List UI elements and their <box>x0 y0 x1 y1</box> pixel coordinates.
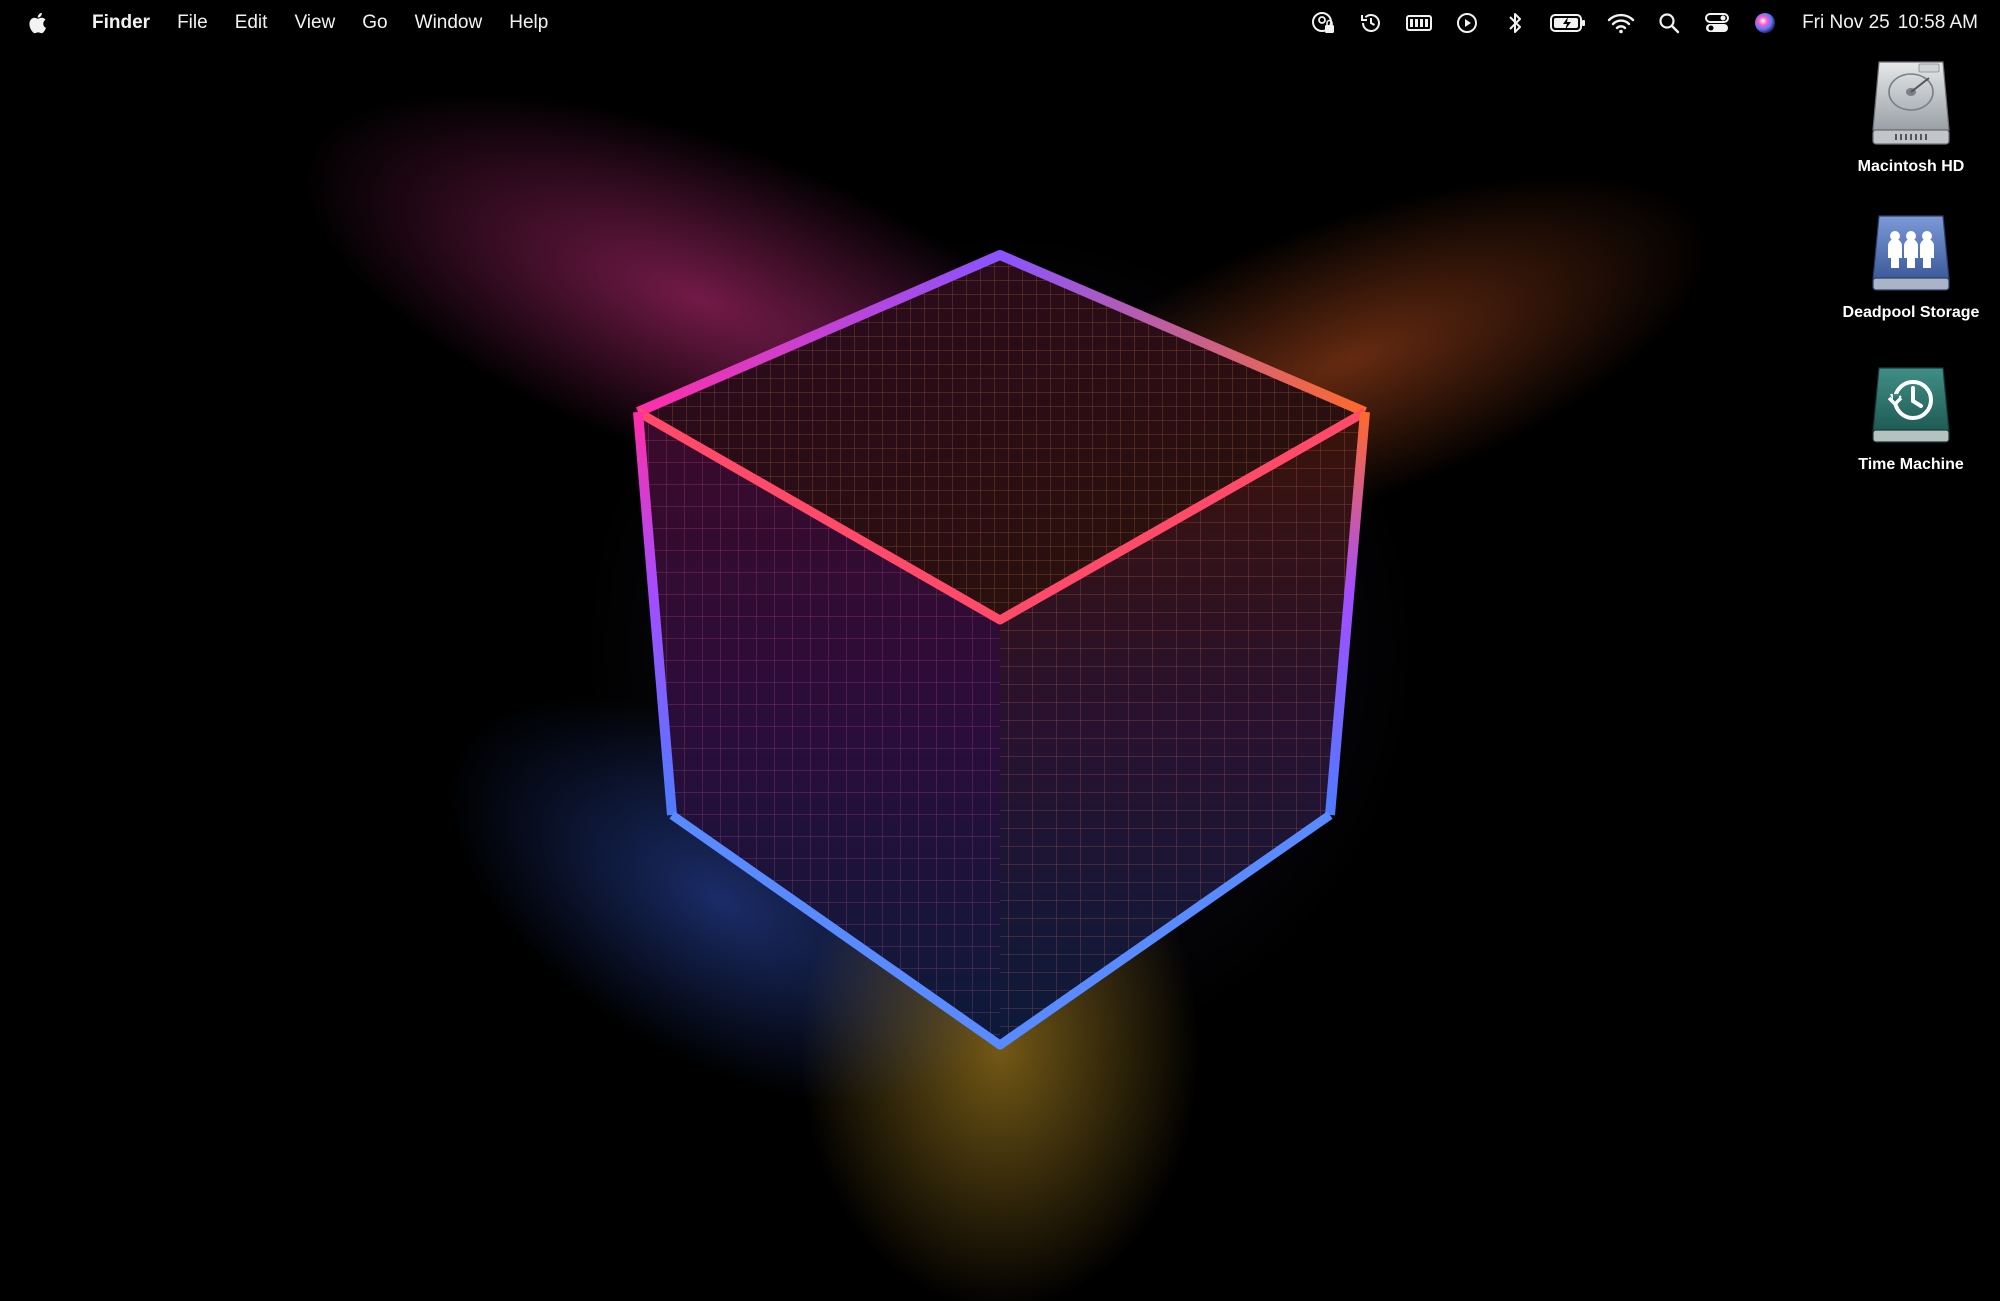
menu-file[interactable]: File <box>177 12 208 34</box>
apple-menu-icon[interactable] <box>26 10 48 36</box>
desktop[interactable]: Finder File Edit View Go Window Help Fri… <box>0 0 2000 1301</box>
wallpaper <box>301 92 1711 1301</box>
bluetooth-icon[interactable] <box>1500 8 1530 38</box>
play-icon[interactable] <box>1452 8 1482 38</box>
clock-time: 10:58 AM <box>1897 12 1978 33</box>
memory-icon[interactable] <box>1404 8 1434 38</box>
menu-help[interactable]: Help <box>509 12 548 34</box>
time-machine-drive-icon <box>1872 367 1950 443</box>
menu-view[interactable]: View <box>294 12 335 34</box>
search-icon[interactable] <box>1654 8 1684 38</box>
menu-bar-clock[interactable]: Fri Nov 25 10:58 AM <box>1802 12 1978 34</box>
hard-drive-icon <box>1872 61 1950 145</box>
desktop-icon-time-machine[interactable]: Time Machine <box>1831 364 1991 474</box>
desktop-icon-label: Deadpool Storage <box>1842 304 1980 321</box>
time-machine-icon[interactable] <box>1356 8 1386 38</box>
desktop-icon-deadpool-storage[interactable]: Deadpool Storage <box>1831 212 1991 322</box>
menu-bar: Finder File Edit View Go Window Help Fri… <box>0 0 2000 46</box>
clock-date: Fri Nov 25 <box>1802 12 1890 33</box>
battery-charging-icon[interactable] <box>1548 8 1588 38</box>
menu-window[interactable]: Window <box>415 12 483 34</box>
desktop-icon-label: Time Machine <box>1858 456 1964 473</box>
menu-go[interactable]: Go <box>362 12 387 34</box>
screen-lock-icon[interactable] <box>1308 8 1338 38</box>
desktop-icon-macintosh-hd[interactable]: Macintosh HD <box>1831 58 1991 176</box>
menu-edit[interactable]: Edit <box>235 12 268 34</box>
menu-finder[interactable]: Finder <box>92 12 150 34</box>
control-center-icon[interactable] <box>1702 8 1732 38</box>
siri-icon[interactable] <box>1750 8 1780 38</box>
desktop-icon-label: Macintosh HD <box>1857 158 1965 175</box>
network-storage-icon <box>1872 215 1950 291</box>
wifi-icon[interactable] <box>1606 8 1636 38</box>
